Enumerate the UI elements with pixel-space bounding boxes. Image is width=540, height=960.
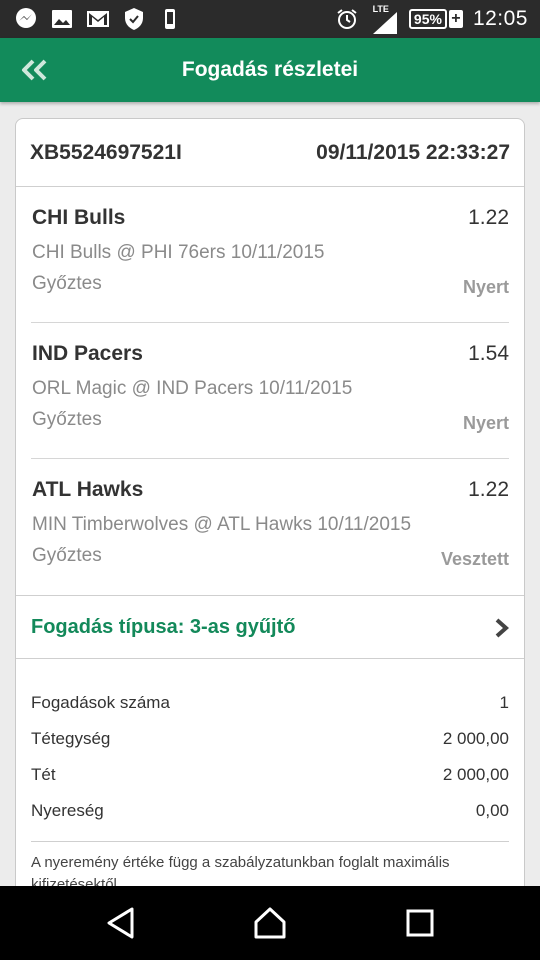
bet-odds: 1.22 <box>468 206 509 229</box>
signal-indicator: LTE <box>369 0 399 38</box>
clock: 12:05 <box>472 7 528 30</box>
system-navigation-bar <box>0 886 540 960</box>
summary-label: Fogadások száma <box>31 693 170 712</box>
phone-icon <box>165 9 175 29</box>
signal-icon <box>372 12 397 34</box>
summary-label: Tétegység <box>31 729 111 748</box>
bet-type: Győztes <box>32 409 102 430</box>
summary-row: Nyereség 0,00 <box>31 793 509 829</box>
summary-value: 0,00 <box>475 801 509 820</box>
home-nav-icon[interactable] <box>253 906 287 940</box>
chevron-right-icon <box>495 618 510 638</box>
ticket-header: XB5524697521I 09/11/2015 22:33:27 <box>16 119 524 187</box>
battery-indicator: 95% + <box>408 9 463 29</box>
gmail-icon <box>87 11 109 27</box>
summary-label: Nyereség <box>31 801 104 820</box>
summary-row: Fogadások száma 1 <box>31 685 509 721</box>
summary-value: 1 <box>499 693 509 712</box>
bet-odds: 1.54 <box>468 342 509 365</box>
recents-nav-icon[interactable] <box>403 906 437 940</box>
bet-ticket-card: XB5524697521I 09/11/2015 22:33:27 CHI Bu… <box>15 118 525 898</box>
bet-result: Vesztett <box>440 549 509 569</box>
ticket-datetime: 09/11/2015 22:33:27 <box>316 140 510 164</box>
shield-icon <box>125 8 143 30</box>
divider <box>31 841 509 842</box>
bet-team: ATL Hawks <box>32 478 144 501</box>
ticket-id: XB5524697521I <box>30 140 182 164</box>
summary-value: 2 000,00 <box>442 729 509 748</box>
battery-level: 95% <box>408 9 447 29</box>
bet-match: MIN Timberwolves @ ATL Hawks 10/11/2015 <box>32 514 412 535</box>
bet-result: Nyert <box>462 413 509 433</box>
bet-type: Győztes <box>32 545 102 566</box>
summary-row: Tét 2 000,00 <box>31 757 509 793</box>
page-title: Fogadás részletei <box>181 58 359 81</box>
alarm-icon <box>337 9 357 29</box>
bet-item: IND Pacers 1.54 ORL Magic @ IND Pacers 1… <box>31 323 509 459</box>
bet-item: ATL Hawks 1.22 MIN Timberwolves @ ATL Ha… <box>31 459 509 595</box>
bet-match: CHI Bulls @ PHI 76ers 10/11/2015 <box>32 242 325 263</box>
summary-section: Fogadások száma 1 Tétegység 2 000,00 Tét… <box>16 685 524 896</box>
summary-label: Tét <box>31 765 56 784</box>
battery-charging-icon: + <box>448 10 463 28</box>
image-icon <box>52 10 72 28</box>
summary-row: Tétegység 2 000,00 <box>31 721 509 757</box>
back-nav-icon[interactable] <box>104 906 138 940</box>
summary-value: 2 000,00 <box>442 765 509 784</box>
notification-icons <box>14 7 182 31</box>
messenger-icon <box>16 8 36 28</box>
status-bar: LTE 95% + 12:05 <box>0 0 540 38</box>
bet-result: Nyert <box>462 277 509 297</box>
bet-odds: 1.22 <box>468 478 509 501</box>
bet-type-label: Fogadás típusa: 3-as gyűjtő <box>31 616 296 638</box>
bet-team: IND Pacers <box>32 342 143 365</box>
bet-match: ORL Magic @ IND Pacers 10/11/2015 <box>32 378 353 399</box>
app-bar: Fogadás részletei <box>0 38 540 102</box>
bet-type-row[interactable]: Fogadás típusa: 3-as gyűjtő <box>16 595 524 659</box>
bet-type: Győztes <box>32 273 102 294</box>
bet-item: CHI Bulls 1.22 CHI Bulls @ PHI 76ers 10/… <box>31 187 509 323</box>
bet-team: CHI Bulls <box>32 206 126 229</box>
